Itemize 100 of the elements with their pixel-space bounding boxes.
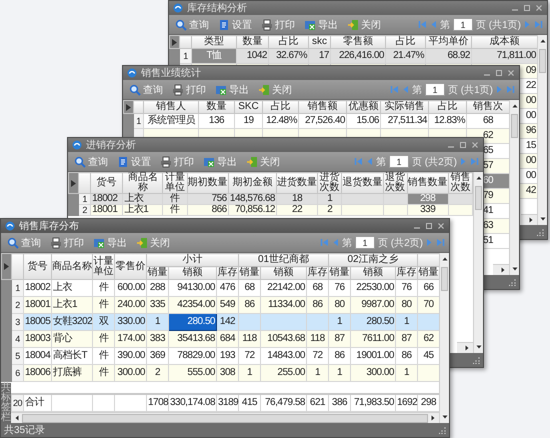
column-header[interactable]: 商品名称 bbox=[52, 254, 92, 280]
page-field[interactable]: 1 bbox=[425, 83, 445, 96]
column-header[interactable]: 占比 bbox=[386, 36, 426, 48]
search-icon bbox=[129, 84, 141, 96]
scroll-down-icon[interactable] bbox=[538, 215, 546, 223]
column-header[interactable]: 计量单位 bbox=[162, 172, 188, 194]
printer-icon bbox=[172, 84, 184, 96]
table-cell: 1 bbox=[396, 364, 418, 382]
column-header[interactable]: 类型 bbox=[192, 36, 236, 48]
scroll-thumb[interactable] bbox=[511, 114, 518, 138]
column-header[interactable]: 货号 bbox=[90, 172, 123, 194]
window-title: 销售业绩统计 bbox=[141, 66, 202, 80]
app-icon bbox=[72, 140, 82, 150]
vertical-scrollbar[interactable] bbox=[537, 35, 547, 225]
table-cell: 1 bbox=[238, 364, 260, 382]
column-header[interactable]: 零售价 bbox=[114, 254, 146, 280]
vertical-scrollbar[interactable] bbox=[473, 172, 483, 353]
horizontal-scrollbar[interactable] bbox=[457, 342, 473, 353]
status-text: 共35记录 bbox=[4, 424, 46, 437]
column-header[interactable]: 销额 bbox=[168, 266, 216, 280]
close-icon[interactable] bbox=[535, 4, 543, 12]
vertical-scrollbar[interactable] bbox=[509, 100, 519, 275]
page-field[interactable]: 1 bbox=[453, 18, 473, 31]
exit-icon bbox=[258, 84, 270, 96]
column-header[interactable]: 销额 bbox=[260, 266, 306, 280]
page-count-label: 页 (共1页) bbox=[476, 18, 521, 32]
resize-grip-icon[interactable] bbox=[473, 356, 480, 364]
table-cell: 打底裤 bbox=[52, 364, 92, 382]
column-header[interactable]: 优惠额 bbox=[346, 100, 380, 114]
column-header[interactable]: 销售额 bbox=[298, 100, 346, 114]
column-header[interactable]: 退货次数 bbox=[383, 172, 408, 194]
resize-grip-icon[interactable] bbox=[509, 278, 516, 286]
maximize-icon[interactable] bbox=[425, 222, 433, 230]
scroll-down-icon[interactable] bbox=[510, 265, 518, 273]
printer-icon bbox=[261, 18, 273, 30]
resize-grip-icon[interactable] bbox=[439, 426, 446, 434]
close-icon[interactable] bbox=[507, 69, 515, 77]
column-header[interactable]: SKC bbox=[234, 100, 262, 114]
column-header[interactable]: 销额 bbox=[350, 266, 396, 280]
scroll-thumb[interactable] bbox=[22, 414, 428, 422]
document-icon bbox=[117, 156, 129, 168]
column-header[interactable]: 占比 bbox=[268, 36, 308, 48]
column-header[interactable]: 数量 bbox=[236, 36, 268, 48]
column-header[interactable]: 进货次数 bbox=[318, 172, 342, 194]
column-header[interactable]: 销售次 bbox=[466, 100, 509, 114]
column-group-header: 小计 bbox=[146, 254, 238, 266]
close-icon[interactable] bbox=[471, 141, 479, 149]
printer-icon bbox=[160, 156, 172, 168]
column-header[interactable]: 期初数量 bbox=[187, 172, 228, 194]
horizontal-scrollbar[interactable] bbox=[11, 412, 439, 423]
table-cell: 件 bbox=[162, 204, 188, 216]
document-icon bbox=[218, 18, 230, 30]
column-header[interactable]: 销售次数 bbox=[448, 172, 472, 194]
scroll-down-icon[interactable] bbox=[474, 343, 482, 351]
column-header[interactable]: 货号 bbox=[24, 254, 52, 280]
horizontal-scrollbar[interactable] bbox=[521, 214, 537, 225]
table-cell: 2 bbox=[318, 204, 342, 216]
column-header[interactable]: 成本额 bbox=[472, 36, 537, 48]
table-cell: 18006 bbox=[24, 364, 52, 382]
resize-grip-icon[interactable] bbox=[537, 228, 544, 236]
column-header[interactable]: 销售数量 bbox=[407, 172, 448, 194]
spreadsheet-icon bbox=[215, 84, 227, 96]
scroll-thumb[interactable] bbox=[441, 267, 448, 291]
table-cell: 866 bbox=[187, 204, 228, 216]
row-indicator-icon bbox=[71, 180, 76, 186]
column-header[interactable]: 占比 bbox=[428, 100, 466, 114]
column-header[interactable]: 实际销售 bbox=[380, 100, 428, 114]
vertical-scrollbar[interactable] bbox=[439, 253, 449, 423]
table-cell: 18001 bbox=[90, 204, 123, 216]
column-header[interactable]: skc bbox=[308, 36, 330, 48]
horizontal-scrollbar[interactable] bbox=[493, 264, 509, 275]
table-cell: 555.00 bbox=[168, 364, 216, 382]
scroll-thumb[interactable] bbox=[539, 49, 546, 73]
maximize-icon[interactable] bbox=[459, 141, 467, 149]
column-header[interactable]: 销售人 bbox=[144, 100, 198, 114]
column-header[interactable]: 零售额 bbox=[330, 36, 386, 48]
column-header[interactable]: 计量单位 bbox=[92, 254, 114, 280]
close-icon[interactable] bbox=[437, 222, 445, 230]
page-field[interactable]: 1 bbox=[355, 236, 375, 249]
table-cell: 300.00 bbox=[350, 364, 396, 382]
table-cell: 255.00 bbox=[260, 364, 306, 382]
page-field[interactable]: 1 bbox=[389, 155, 409, 168]
scroll-thumb[interactable] bbox=[475, 186, 482, 210]
row-indicator-icon bbox=[172, 38, 177, 46]
page-count-label: 页 (共2页) bbox=[412, 156, 457, 168]
row-indicator-icon bbox=[126, 104, 131, 110]
row-number: 20 bbox=[12, 394, 24, 412]
column-header[interactable]: 进货数量 bbox=[276, 172, 318, 194]
search-icon bbox=[74, 156, 86, 168]
column-header[interactable]: 期初金额 bbox=[228, 172, 276, 194]
column-header[interactable]: 平均单价 bbox=[426, 36, 472, 48]
column-header[interactable]: 数量 bbox=[198, 100, 234, 114]
maximize-icon[interactable] bbox=[495, 69, 503, 77]
spreadsheet-icon bbox=[304, 18, 316, 30]
search-icon bbox=[175, 18, 187, 30]
column-header[interactable]: 占比 bbox=[262, 100, 298, 114]
scroll-up-icon[interactable] bbox=[538, 37, 546, 45]
maximize-icon[interactable] bbox=[523, 4, 531, 12]
scroll-down-icon[interactable] bbox=[440, 413, 448, 421]
column-header[interactable]: 退货数量 bbox=[342, 172, 383, 194]
